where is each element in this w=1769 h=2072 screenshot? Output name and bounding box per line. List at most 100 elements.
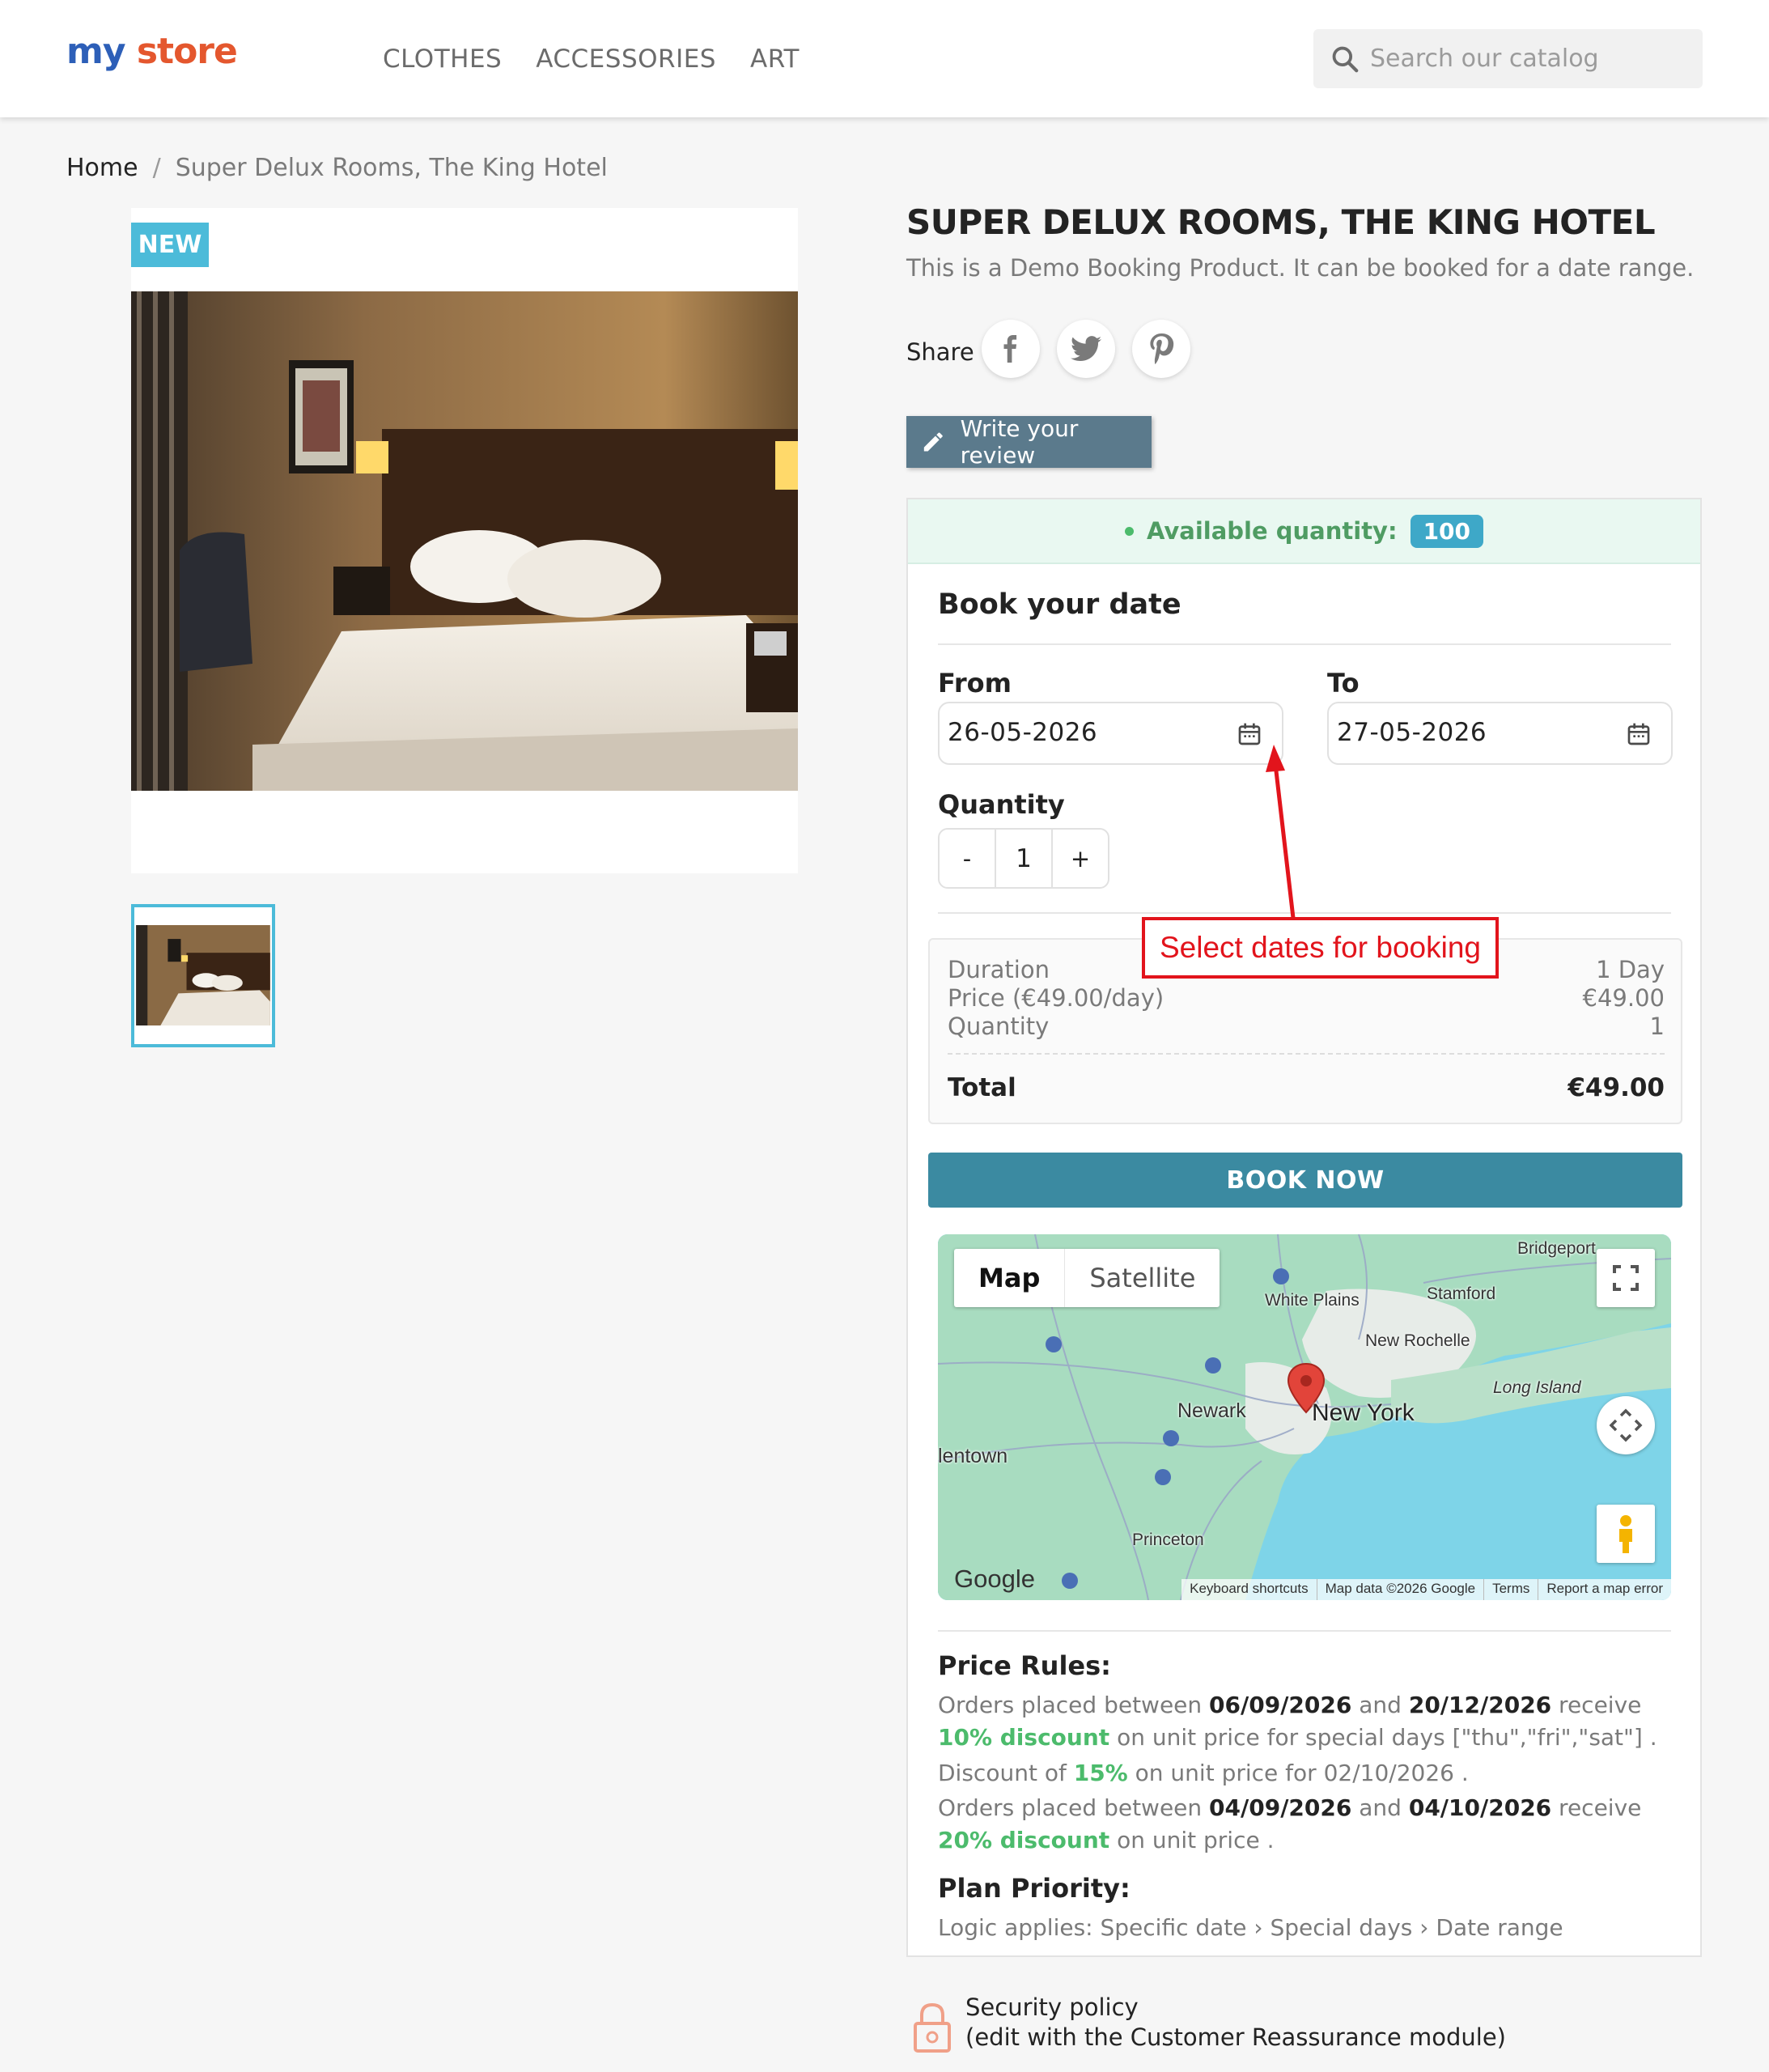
price-row: Price (€49.00/day) €49.00 <box>948 984 1665 1012</box>
nav-clothes[interactable]: CLOTHES <box>383 45 502 74</box>
to-label: To <box>1327 668 1360 698</box>
map-type-tabs: Map Satellite <box>954 1249 1220 1307</box>
pegman-icon <box>1619 1515 1632 1553</box>
calendar-icon[interactable] <box>1237 721 1262 747</box>
search-box <box>1313 29 1703 88</box>
price-rule-1: Orders placed between 06/09/2026 and 20/… <box>938 1692 1657 1751</box>
map-footer: Keyboard shortcuts Map data ©2026 Google… <box>1181 1579 1671 1600</box>
price-rule-3: Orders placed between 04/09/2026 and 04/… <box>938 1794 1642 1853</box>
street-view-button[interactable] <box>1597 1505 1655 1563</box>
map-label-new-york: New York <box>1312 1399 1415 1426</box>
site-header: my store CLOTHES ACCESSORIES ART <box>0 0 1769 117</box>
summary-divider <box>948 1053 1665 1055</box>
security-policy-title: Security policy <box>965 1993 1139 2021</box>
breadcrumb-home[interactable]: Home <box>66 154 138 182</box>
summary-quantity-row: Quantity 1 <box>948 1013 1665 1040</box>
search-icon[interactable] <box>1330 44 1360 74</box>
book-date-title: Book your date <box>938 588 1181 621</box>
price-rules-title: Price Rules: <box>938 1650 1111 1681</box>
duration-label: Duration <box>948 956 1050 983</box>
fullscreen-button[interactable] <box>1597 1249 1655 1307</box>
pan-arrows-icon <box>1609 1408 1643 1442</box>
fullscreen-icon <box>1613 1265 1639 1291</box>
twitter-share-button[interactable] <box>1057 320 1115 378</box>
keyboard-shortcuts-link[interactable]: Keyboard shortcuts <box>1181 1579 1316 1600</box>
new-badge: NEW <box>131 223 209 267</box>
summary-quantity-label: Quantity <box>948 1013 1050 1040</box>
quantity-label: Quantity <box>938 789 1065 820</box>
report-map-error-link[interactable]: Report a map error <box>1538 1579 1671 1600</box>
breadcrumb-current: Super Delux Rooms, The King Hotel <box>175 154 608 182</box>
summary-quantity-value: 1 <box>1649 1013 1665 1040</box>
map-label-bridgeport: Bridgeport <box>1517 1239 1596 1258</box>
main-nav: CLOTHES ACCESSORIES ART <box>383 45 800 74</box>
location-map[interactable]: Bridgeport Stamford White Plains New Roc… <box>938 1234 1671 1600</box>
quantity-increase-button[interactable]: + <box>1053 830 1108 887</box>
available-quantity-label: Available quantity: <box>1146 517 1398 545</box>
from-date-input[interactable]: 26-05-2026 <box>938 702 1283 765</box>
thumbnail-image <box>136 925 270 1025</box>
write-review-label: Write your review <box>960 415 1079 469</box>
map-label-long-island: Long Island <box>1493 1378 1581 1397</box>
from-date-value: 26-05-2026 <box>948 718 1098 747</box>
divider <box>938 643 1671 645</box>
store-logo[interactable]: my store <box>66 31 238 72</box>
breadcrumb: Home / Super Delux Rooms, The King Hotel <box>66 154 608 182</box>
map-label-stamford: Stamford <box>1427 1284 1496 1303</box>
terms-link[interactable]: Terms <box>1483 1579 1538 1600</box>
product-description: This is a Demo Booking Product. It can b… <box>906 254 1695 282</box>
facebook-share-button[interactable] <box>982 320 1040 378</box>
product-main-image[interactable] <box>131 291 798 791</box>
map-label-newark: Newark <box>1177 1399 1246 1422</box>
nav-accessories[interactable]: ACCESSORIES <box>536 45 716 74</box>
duration-value: 1 Day <box>1596 956 1665 983</box>
plan-priority-text: Logic applies: Specific date › Special d… <box>938 1914 1563 1941</box>
price-label: Price (€49.00/day) <box>948 984 1164 1012</box>
security-policy-text: Security policy (edit with the Customer … <box>965 1993 1506 2053</box>
available-quantity-bar: Available quantity: 100 <box>908 499 1700 564</box>
annotation-arrow <box>1266 745 1296 919</box>
write-review-button[interactable]: Write your review <box>906 415 1152 469</box>
map-label-allentown: lentown <box>938 1445 1008 1467</box>
map-camera-control[interactable] <box>1597 1396 1655 1454</box>
twitter-icon <box>1071 336 1101 362</box>
pinterest-icon <box>1150 333 1174 364</box>
map-label-princeton: Princeton <box>1132 1531 1204 1549</box>
from-label: From <box>938 668 1012 698</box>
price-rule-2: Discount of 15% on unit price for 02/10/… <box>938 1760 1469 1786</box>
map-tab-satellite[interactable]: Satellite <box>1065 1249 1220 1307</box>
pinterest-share-button[interactable] <box>1132 320 1190 378</box>
search-input[interactable] <box>1370 37 1686 80</box>
annotation-callout: Select dates for booking <box>1142 917 1499 979</box>
plan-priority-title: Plan Priority: <box>938 1873 1131 1904</box>
to-date-input[interactable]: 27-05-2026 <box>1327 702 1673 765</box>
map-label-white-plains: White Plains <box>1265 1291 1360 1310</box>
breadcrumb-separator: / <box>152 154 161 182</box>
quantity-input[interactable]: 1 <box>995 830 1053 887</box>
facebook-icon <box>1003 335 1017 363</box>
product-thumbnail[interactable] <box>131 904 275 1047</box>
google-logo: Google <box>954 1565 1035 1593</box>
availability-dot-icon <box>1124 526 1134 536</box>
price-value: €49.00 <box>1582 984 1665 1012</box>
nav-art[interactable]: ART <box>750 45 800 74</box>
book-now-button[interactable]: BOOK NOW <box>928 1153 1682 1208</box>
share-label: Share <box>906 338 974 366</box>
map-tab-map[interactable]: Map <box>954 1249 1066 1307</box>
booking-panel: Available quantity: 100 Book your date F… <box>906 498 1702 1957</box>
pencil-icon <box>923 432 943 452</box>
product-title: SUPER DELUX ROOMS, THE KING HOTEL <box>906 202 1656 242</box>
map-label-new-rochelle: New Rochelle <box>1365 1331 1470 1350</box>
total-row: Total €49.00 <box>948 1073 1665 1102</box>
lock-icon <box>914 2002 951 2053</box>
available-quantity-badge: 100 <box>1410 514 1484 548</box>
total-value: €49.00 <box>1567 1073 1665 1102</box>
map-data-attribution: Map data ©2026 Google <box>1316 1579 1484 1600</box>
quantity-decrease-button[interactable]: - <box>940 830 995 887</box>
divider <box>938 1630 1671 1632</box>
divider <box>938 912 1671 914</box>
security-policy-subtitle: (edit with the Customer Reassurance modu… <box>965 2023 1506 2051</box>
calendar-icon[interactable] <box>1626 721 1652 747</box>
total-label: Total <box>948 1073 1016 1102</box>
quantity-stepper: - 1 + <box>938 828 1109 889</box>
